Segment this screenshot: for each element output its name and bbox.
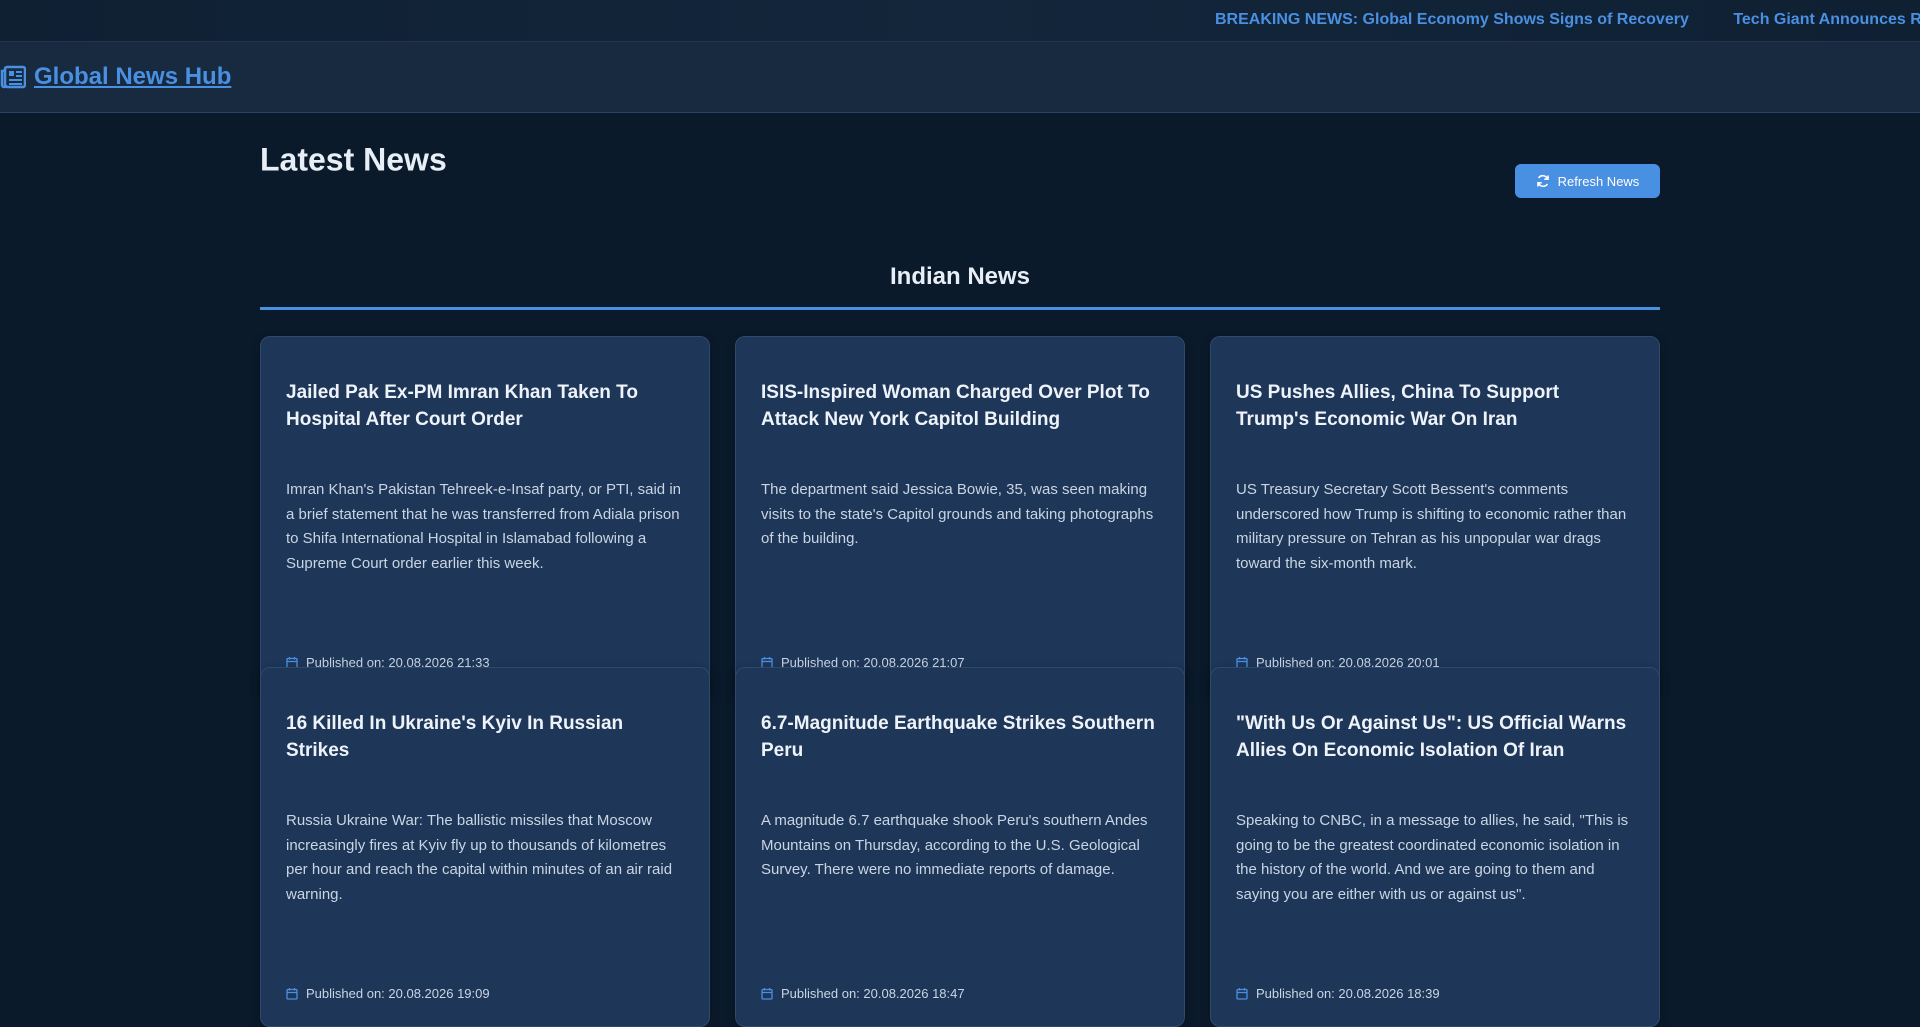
news-card[interactable]: 16 Killed In Ukraine's Kyiv In Russian S… (260, 667, 710, 1027)
publish-date: Published on: 20.08.2026 18:47 (781, 986, 965, 1001)
card-meta: Published on: 20.08.2026 19:09 (286, 986, 490, 1001)
card-title[interactable]: Jailed Pak Ex-PM Imran Khan Taken To Hos… (286, 379, 686, 433)
ticker-item[interactable]: Tech Giant Announces Re (1733, 11, 1920, 29)
brand-link[interactable]: Global News Hub (0, 63, 231, 91)
news-card[interactable]: Jailed Pak Ex-PM Imran Khan Taken To Hos… (260, 336, 710, 696)
ticker-track: BREAKING NEWS: Global Economy Shows Sign… (1215, 11, 1920, 29)
section-title: Indian News (889, 263, 1031, 290)
ticker-item[interactable]: BREAKING NEWS: Global Economy Shows Sign… (1215, 11, 1689, 29)
brand-title[interactable]: Global News Hub (34, 63, 231, 91)
card-title[interactable]: 6.7-Magnitude Earthquake Strikes Souther… (761, 710, 1161, 764)
card-description: US Treasury Secretary Scott Bessent's co… (1236, 481, 1627, 572)
publish-date: Published on: 20.08.2026 18:39 (1256, 986, 1440, 1001)
newspaper-icon (0, 65, 26, 89)
calendar-icon (761, 988, 773, 1000)
card-title[interactable]: US Pushes Allies, China To Support Trump… (1236, 379, 1636, 433)
section-divider (260, 307, 1660, 310)
page-title: Latest News (260, 141, 447, 178)
refresh-icon (1536, 174, 1549, 188)
calendar-icon (286, 988, 298, 1000)
card-description: The department said Jessica Bowie, 35, w… (761, 481, 1154, 547)
news-card[interactable]: ISIS-Inspired Woman Charged Over Plot To… (735, 336, 1185, 696)
card-description: Imran Khan's Pakistan Tehreek-e-Insaf pa… (286, 481, 681, 572)
calendar-icon (1236, 988, 1248, 1000)
card-title[interactable]: ISIS-Inspired Woman Charged Over Plot To… (761, 379, 1161, 433)
news-card[interactable]: 6.7-Magnitude Earthquake Strikes Souther… (735, 667, 1185, 1027)
card-title[interactable]: "With Us Or Against Us": US Official War… (1236, 710, 1636, 764)
card-description: Speaking to CNBC, in a message to allies… (1236, 812, 1629, 903)
news-card[interactable]: US Pushes Allies, China To Support Trump… (1210, 336, 1660, 696)
card-title[interactable]: 16 Killed In Ukraine's Kyiv In Russian S… (286, 710, 686, 764)
news-card[interactable]: "With Us Or Against Us": US Official War… (1210, 667, 1660, 1027)
latest-header: Latest News Refresh News (260, 113, 1660, 198)
card-meta: Published on: 20.08.2026 18:47 (761, 986, 965, 1001)
news-ticker: BREAKING NEWS: Global Economy Shows Sign… (0, 0, 1920, 42)
main-content: Latest News Refresh News Indian News Jai… (260, 113, 1660, 1027)
refresh-label: Refresh News (1557, 173, 1640, 189)
card-description: Russia Ukraine War: The ballistic missil… (286, 812, 673, 903)
card-description: A magnitude 6.7 earthquake shook Peru's … (761, 812, 1148, 878)
site-header: Global News Hub (0, 42, 1920, 113)
card-meta: Published on: 20.08.2026 18:39 (1236, 986, 1440, 1001)
publish-date: Published on: 20.08.2026 19:09 (306, 986, 490, 1001)
refresh-news-button[interactable]: Refresh News (1515, 164, 1660, 198)
